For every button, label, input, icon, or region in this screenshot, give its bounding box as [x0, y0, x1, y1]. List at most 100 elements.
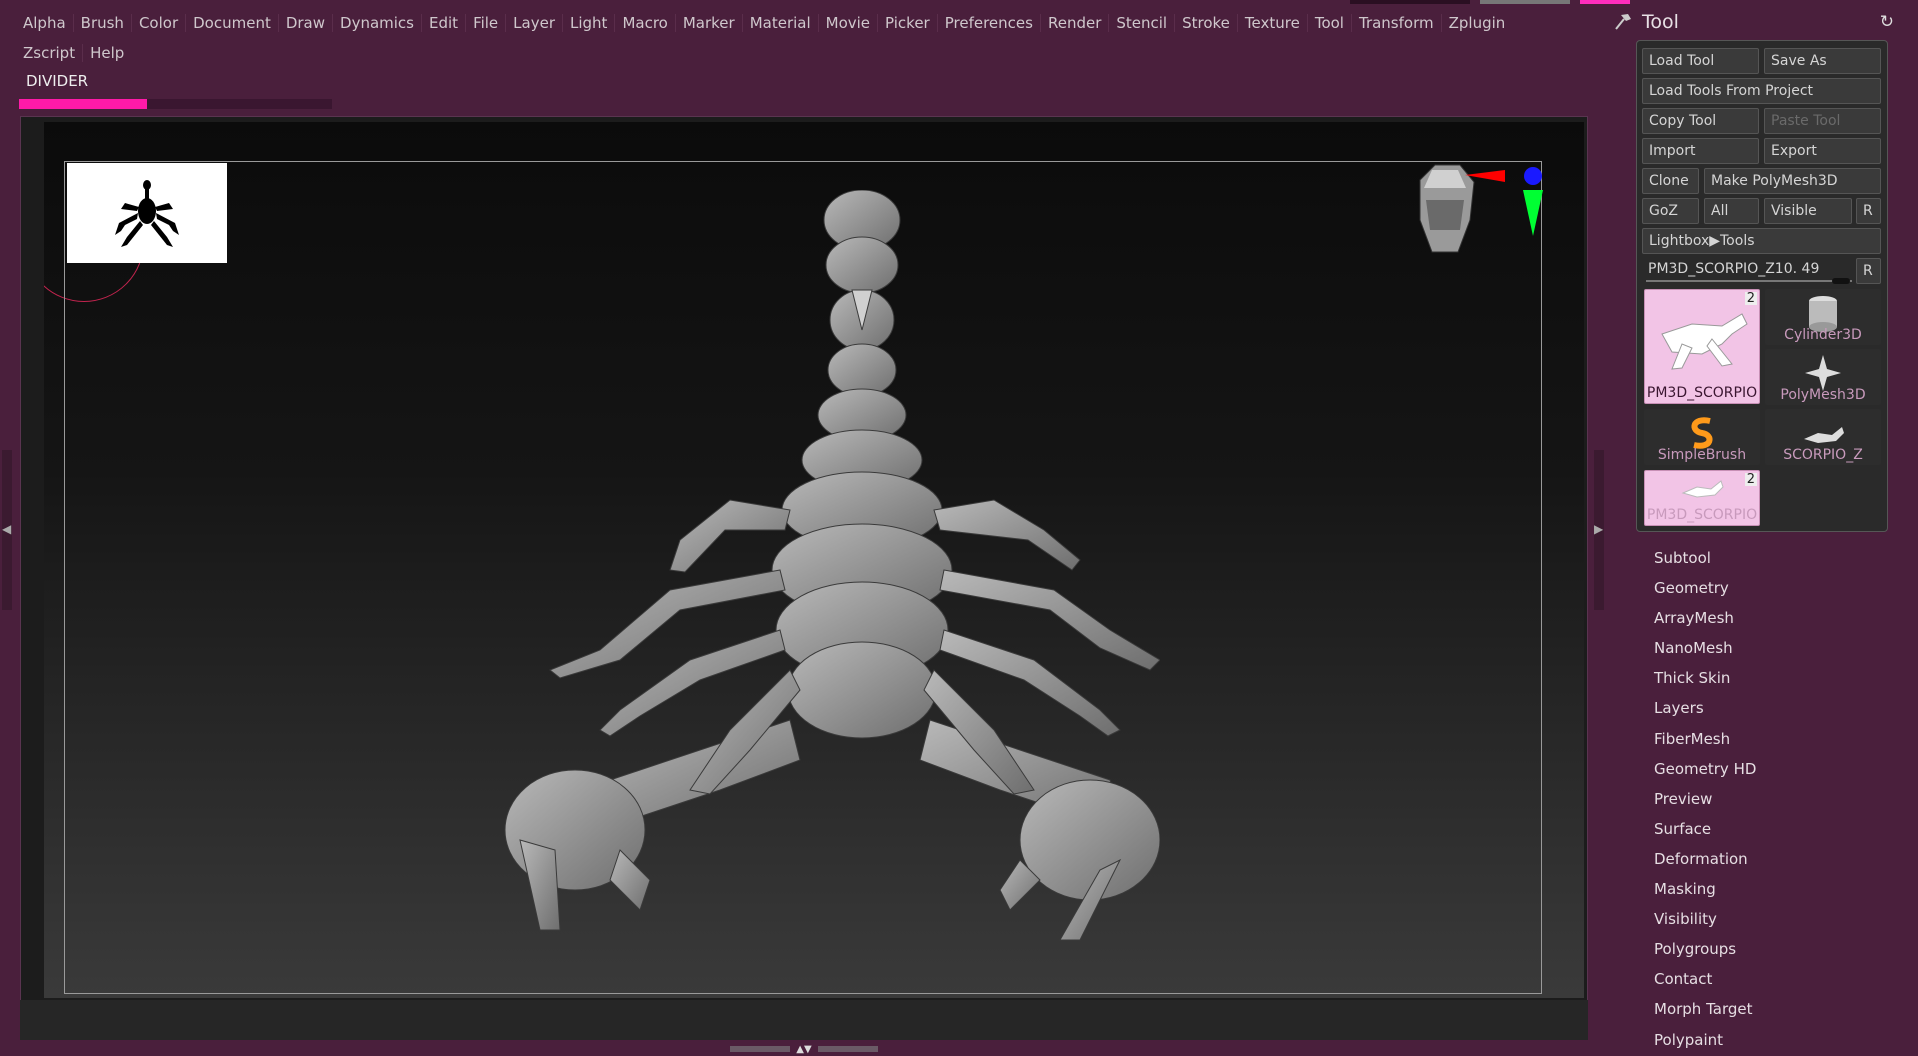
- export-button[interactable]: Export: [1764, 138, 1881, 164]
- refresh-icon[interactable]: ↻: [1880, 12, 1894, 32]
- tool-tile-pm3d-scorpio-2[interactable]: 2 PM3D_SCORPIO: [1644, 470, 1760, 526]
- menu-transform[interactable]: Transform: [1350, 14, 1441, 32]
- bottom-grip-left: [730, 1046, 791, 1052]
- tool-tile-simplebrush[interactable]: SimpleBrush: [1644, 409, 1760, 465]
- goz-button[interactable]: GoZ: [1642, 198, 1699, 224]
- goz-r-button[interactable]: R: [1856, 198, 1881, 224]
- menu-draw[interactable]: Draw: [277, 14, 332, 32]
- menu-help[interactable]: Help: [82, 44, 131, 62]
- menu-render[interactable]: Render: [1039, 14, 1108, 32]
- scorpion-tool-icon: [1645, 294, 1759, 374]
- tool-slider-label: PM3D_SCORPIO_Z10.: [1648, 261, 1798, 277]
- make-polymesh3d-button[interactable]: Make PolyMesh3D: [1704, 168, 1881, 194]
- progress-bar-fill: [19, 99, 148, 109]
- scorpion-tool-icon: [1645, 475, 1759, 505]
- load-tools-from-project-button[interactable]: Load Tools From Project: [1642, 78, 1881, 104]
- top-status-strip: [1350, 0, 1630, 4]
- section-layers[interactable]: Layers: [1654, 693, 1884, 723]
- status-label: DIVIDER: [26, 72, 89, 90]
- section-preview[interactable]: Preview: [1654, 784, 1884, 814]
- goz-all-button[interactable]: All: [1704, 198, 1759, 224]
- lightbox-tools-button[interactable]: Lightbox▶Tools: [1642, 228, 1881, 254]
- section-morph-target[interactable]: Morph Target: [1654, 994, 1884, 1024]
- tool-panel-title: Tool: [1642, 11, 1679, 33]
- menu-stencil[interactable]: Stencil: [1108, 14, 1174, 32]
- menu-brush[interactable]: Brush: [72, 14, 131, 32]
- menu-zscript[interactable]: Zscript: [16, 44, 82, 62]
- menu-stroke[interactable]: Stroke: [1174, 14, 1237, 32]
- menu-dynamics[interactable]: Dynamics: [332, 14, 421, 32]
- menu-file[interactable]: File: [465, 14, 505, 32]
- section-nanomesh[interactable]: NanoMesh: [1654, 633, 1884, 663]
- scorpion-3d-model[interactable]: [480, 190, 1160, 950]
- tool-tile-polymesh3d[interactable]: PolyMesh3D: [1765, 349, 1881, 405]
- tile-label: SCORPIO_Z: [1783, 447, 1863, 463]
- tile-label: PM3D_SCORPIO: [1645, 385, 1759, 401]
- bottom-grip-right: [817, 1046, 878, 1052]
- save-as-button[interactable]: Save As: [1764, 48, 1881, 74]
- section-geometry-hd[interactable]: Geometry HD: [1654, 754, 1884, 784]
- bottom-collapse-handle[interactable]: ▲▼: [724, 1043, 884, 1055]
- expand-arrows-icon: ▲▼: [796, 1043, 812, 1055]
- section-arraymesh[interactable]: ArrayMesh: [1654, 603, 1884, 633]
- load-tool-button[interactable]: Load Tool: [1642, 48, 1759, 74]
- tile-label: PM3D_SCORPIO: [1646, 507, 1758, 523]
- menu-macro[interactable]: Macro: [614, 14, 674, 32]
- section-fibermesh[interactable]: FiberMesh: [1654, 724, 1884, 754]
- tool-slider-track[interactable]: [1646, 280, 1852, 282]
- tool-tile-scorpio-z[interactable]: SCORPIO_Z: [1765, 409, 1881, 465]
- section-subtool[interactable]: Subtool: [1654, 543, 1884, 573]
- menu-picker[interactable]: Picker: [877, 14, 937, 32]
- section-polypaint[interactable]: Polypaint: [1654, 1025, 1884, 1055]
- menu-color[interactable]: Color: [130, 14, 185, 32]
- menu-alpha[interactable]: Alpha: [16, 14, 73, 32]
- menu-marker[interactable]: Marker: [674, 14, 742, 32]
- menu-material[interactable]: Material: [741, 14, 818, 32]
- menu-zplugin[interactable]: Zplugin: [1440, 14, 1513, 32]
- tool-slider-value: 49: [1801, 261, 1820, 277]
- left-arrow-icon: ◀: [2, 522, 12, 536]
- menu-movie[interactable]: Movie: [817, 14, 877, 32]
- slider-r-button[interactable]: R: [1856, 258, 1881, 284]
- section-deformation[interactable]: Deformation: [1654, 844, 1884, 874]
- tool-slider-knob[interactable]: [1832, 278, 1850, 284]
- section-visibility[interactable]: Visibility: [1654, 904, 1884, 934]
- tile-badge: 2: [1744, 291, 1757, 306]
- tile-label: PolyMesh3D: [1780, 387, 1866, 403]
- menu-tool[interactable]: Tool: [1306, 14, 1351, 32]
- navigation-thumbnail[interactable]: [67, 163, 227, 263]
- menu-texture[interactable]: Texture: [1236, 14, 1307, 32]
- menu-document[interactable]: Document: [185, 14, 278, 32]
- tool-tile-cylinder3d[interactable]: Cylinder3D: [1765, 289, 1881, 345]
- clone-button[interactable]: Clone: [1642, 168, 1699, 194]
- scorpion-silhouette-icon: [115, 180, 179, 247]
- import-button[interactable]: Import: [1642, 138, 1759, 164]
- menu-light[interactable]: Light: [562, 14, 614, 32]
- menu-edit[interactable]: Edit: [421, 14, 465, 32]
- menu-row-2: Zscript Help: [16, 38, 1616, 68]
- right-collapse-handle[interactable]: ▶: [1594, 450, 1604, 610]
- menu-preferences[interactable]: Preferences: [936, 14, 1040, 32]
- left-collapse-handle[interactable]: ◀: [2, 450, 12, 610]
- section-surface[interactable]: Surface: [1654, 814, 1884, 844]
- progress-bar: [19, 99, 332, 109]
- tool-sections-list: Subtool Geometry ArrayMesh NanoMesh Thic…: [1654, 543, 1884, 1055]
- section-geometry[interactable]: Geometry: [1654, 573, 1884, 603]
- menu-layer[interactable]: Layer: [505, 14, 562, 32]
- right-arrow-icon: ▶: [1594, 522, 1604, 536]
- copy-tool-button[interactable]: Copy Tool: [1642, 108, 1759, 134]
- section-polygroups[interactable]: Polygroups: [1654, 934, 1884, 964]
- section-thick-skin[interactable]: Thick Skin: [1654, 663, 1884, 693]
- axis-gizmo-icon[interactable]: [1465, 160, 1545, 240]
- tile-badge: 2: [1744, 472, 1757, 487]
- tool-tile-pm3d-scorpio[interactable]: 2 PM3D_SCORPIO: [1644, 289, 1760, 404]
- paste-tool-button[interactable]: Paste Tool: [1764, 108, 1881, 134]
- tile-label: SimpleBrush: [1657, 447, 1747, 463]
- hammer-icon: [1615, 14, 1631, 30]
- tool-panel-header[interactable]: Tool ↻: [1612, 8, 1912, 36]
- goz-visible-button[interactable]: Visible: [1764, 198, 1852, 224]
- section-contact[interactable]: Contact: [1654, 964, 1884, 994]
- main-menu-bar: Alpha Brush Color Document Draw Dynamics…: [16, 8, 1616, 68]
- menu-row-1: Alpha Brush Color Document Draw Dynamics…: [16, 8, 1616, 38]
- section-masking[interactable]: Masking: [1654, 874, 1884, 904]
